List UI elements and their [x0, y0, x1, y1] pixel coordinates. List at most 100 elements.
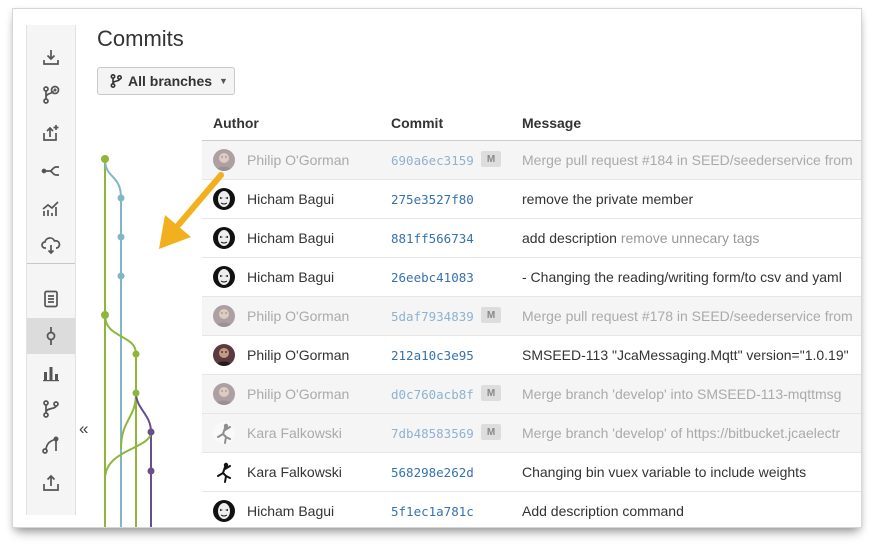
- table-row[interactable]: Philip O'Gorman 690a6ec3159 M Merge pull re…: [202, 141, 861, 180]
- create-branch-icon: [43, 85, 60, 104]
- branch-icon: [110, 74, 122, 88]
- clone-icon: [43, 50, 59, 65]
- commit-message: add description remove unnecary tags: [522, 230, 861, 246]
- commit-message-text: add description: [522, 230, 617, 246]
- sidebar-item-insights[interactable]: [27, 191, 75, 227]
- chevron-down-icon: ▼: [219, 76, 228, 86]
- merge-badge: M: [481, 151, 501, 167]
- statistics-icon: [43, 367, 59, 382]
- commit-message: Merge branch 'develop' of https://bitbuc…: [522, 425, 861, 441]
- commit-author: Philip O'Gorman: [247, 152, 350, 168]
- commit-message: Merge pull request #178 in SEED/seederse…: [522, 308, 861, 324]
- avatar: [213, 383, 235, 405]
- commit-author: Kara Falkowski: [247, 425, 342, 441]
- commit-message-secondary: remove unnecary tags: [620, 230, 760, 246]
- table-row[interactable]: Philip O'Gorman d0c760acb8f M Merge branch …: [202, 375, 861, 414]
- sidebar-divider: [27, 263, 75, 264]
- table-row[interactable]: Hicham Bagui 26eebc41083 - Changing the re…: [202, 258, 861, 297]
- avatar: [213, 461, 235, 483]
- commit-author: Hicham Bagui: [247, 503, 335, 519]
- insights-icon: [42, 201, 59, 216]
- sidebar-item-statistics[interactable]: [27, 355, 75, 391]
- commit-message-text: SMSEED-113 "JcaMessaging.Mqtt" version="…: [522, 347, 849, 363]
- repository-sidebar: [26, 25, 76, 515]
- commit-message-text: Changing bin vuex variable to include we…: [522, 464, 807, 480]
- avatar: [213, 266, 235, 288]
- commit-hash-link[interactable]: 5daf7934839: [391, 309, 474, 324]
- merge-badge: M: [481, 385, 501, 401]
- commit-message: Changing bin vuex variable to include we…: [522, 464, 861, 480]
- pull-requests-icon: [42, 436, 59, 454]
- sidebar-item-deploy[interactable]: [27, 227, 75, 263]
- commit-message-text: - Changing the reading/writing form/to c…: [522, 269, 842, 285]
- merge-badge: M: [481, 307, 501, 323]
- table-row[interactable]: Kara Falkowski 568298e262d Changing bin vu…: [202, 453, 861, 492]
- sidebar-item-clone[interactable]: [27, 39, 75, 75]
- table-row[interactable]: Philip O'Gorman 212a10c3e95 SMSEED-113 "Jc…: [202, 336, 861, 375]
- source-icon: [44, 290, 58, 308]
- app-window: « Commits All branches ▼ Author Commit M…: [12, 8, 862, 528]
- commit-message-text: Merge branch 'develop' into SMSEED-113-m…: [522, 386, 842, 402]
- commit-hash-link[interactable]: 690a6ec3159: [391, 153, 474, 168]
- avatar: [213, 344, 235, 366]
- table-row[interactable]: Philip O'Gorman 5daf7934839 M Merge pull re…: [202, 297, 861, 336]
- commit-message-text: Merge pull request #178 in SEED/seederse…: [522, 308, 853, 324]
- page-title: Commits: [97, 26, 184, 51]
- table-header: Author Commit Message: [202, 109, 861, 141]
- commit-message: Merge pull request #184 in SEED/seederse…: [522, 152, 861, 168]
- commits-icon: [46, 327, 56, 345]
- avatar: [213, 422, 235, 444]
- column-commit[interactable]: Commit: [391, 115, 443, 131]
- commit-author: Philip O'Gorman: [247, 386, 350, 402]
- commit-hash-link[interactable]: 26eebc41083: [391, 270, 474, 285]
- commit-message: SMSEED-113 "JcaMessaging.Mqtt" version="…: [522, 347, 861, 363]
- commit-message: remove the private member: [522, 191, 861, 207]
- commit-author: Kara Falkowski: [247, 464, 342, 480]
- commit-hash-link[interactable]: 275e3527f80: [391, 192, 474, 207]
- table-row[interactable]: Hicham Bagui 881ff566734 add description r…: [202, 219, 861, 258]
- upload-icon: [43, 474, 59, 491]
- column-author[interactable]: Author: [213, 115, 259, 131]
- sidebar-item-create-branch[interactable]: [27, 77, 75, 113]
- commit-hash-link[interactable]: 881ff566734: [391, 231, 474, 246]
- commit-hash-link[interactable]: 7db48583569: [391, 426, 474, 441]
- commit-author: Hicham Bagui: [247, 191, 335, 207]
- sidebar-item-compare[interactable]: [27, 153, 75, 189]
- avatar: [213, 149, 235, 171]
- table-row[interactable]: Hicham Bagui 275e3527f80 remove the privat…: [202, 180, 861, 219]
- column-message[interactable]: Message: [522, 115, 581, 131]
- avatar: [213, 500, 235, 522]
- commit-hash-link[interactable]: 5f1ec1a781c: [391, 504, 474, 519]
- avatar: [213, 305, 235, 327]
- commit-message-text: Add description command: [522, 503, 684, 519]
- commit-message: - Changing the reading/writing form/to c…: [522, 269, 861, 285]
- commit-message: Merge branch 'develop' into SMSEED-113-m…: [522, 386, 861, 402]
- branch-selector[interactable]: All branches ▼: [97, 67, 235, 95]
- sidebar-item-create-pull-request[interactable]: [27, 115, 75, 151]
- commit-message-text: Merge pull request #184 in SEED/seederse…: [522, 152, 853, 168]
- commit-hash-link[interactable]: d0c760acb8f: [391, 387, 474, 402]
- table-row[interactable]: Kara Falkowski 7db48583569 M Merge branch '…: [202, 414, 861, 453]
- sidebar-item-branches[interactable]: [27, 391, 75, 427]
- branches-icon: [43, 400, 59, 418]
- commit-hash-link[interactable]: 568298e262d: [391, 465, 474, 480]
- merge-badge: M: [481, 424, 501, 440]
- commit-author: Hicham Bagui: [247, 269, 335, 285]
- cloud-deploy-icon: [41, 237, 61, 255]
- commits-table: Author Commit Message Philip O'Gorman 690…: [202, 109, 861, 527]
- commit-hash-link[interactable]: 212a10c3e95: [391, 348, 474, 363]
- create-pull-request-icon: [43, 125, 59, 141]
- commit-message: Add description command: [522, 503, 861, 519]
- sidebar-item-upload[interactable]: [27, 465, 75, 501]
- table-row[interactable]: Hicham Bagui 5f1ec1a781c Add description c…: [202, 492, 861, 527]
- compare-icon: [41, 166, 59, 176]
- branch-selector-label: All branches: [128, 73, 213, 89]
- commit-message-text: Merge branch 'develop' of https://bitbuc…: [522, 425, 841, 441]
- sidebar-item-source[interactable]: [27, 281, 75, 317]
- annotation-arrow-icon: [159, 172, 224, 249]
- sidebar-item-pull-requests[interactable]: [27, 427, 75, 463]
- commit-author: Philip O'Gorman: [247, 308, 350, 324]
- sidebar-item-commits[interactable]: [27, 318, 75, 354]
- commit-author: Philip O'Gorman: [247, 347, 350, 363]
- commit-message-text: remove the private member: [522, 191, 694, 207]
